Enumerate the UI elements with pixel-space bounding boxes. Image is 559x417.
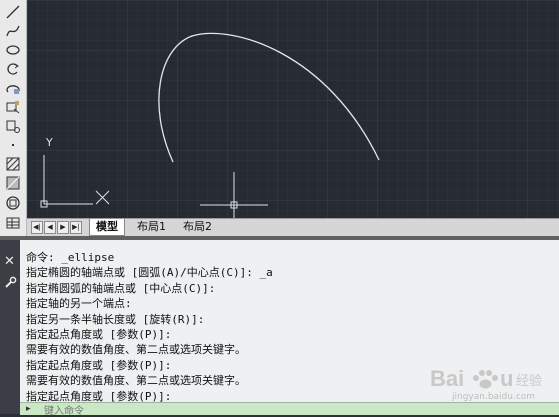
gradient-icon[interactable] bbox=[3, 174, 23, 191]
tab-model[interactable]: 模型 bbox=[89, 219, 125, 236]
prev-tab-button[interactable]: ◀ bbox=[44, 221, 56, 234]
region-icon[interactable] bbox=[3, 194, 23, 211]
table-icon[interactable] bbox=[3, 214, 23, 231]
line-icon[interactable] bbox=[3, 3, 23, 20]
point-icon[interactable] bbox=[3, 136, 23, 153]
tab-layout2[interactable]: 布局2 bbox=[177, 219, 218, 235]
drawing-canvas[interactable] bbox=[27, 0, 559, 218]
command-line: 指定起点角度或 [参数(P)]: bbox=[26, 327, 172, 341]
first-tab-button[interactable]: ◀| bbox=[31, 221, 43, 234]
wrench-icon[interactable] bbox=[4, 276, 17, 294]
command-line: 指定轴的另一个端点: bbox=[26, 297, 132, 311]
rotate-icon[interactable] bbox=[3, 60, 23, 77]
command-line: 指定另一条半轴长度或 [旋转(R)]: bbox=[26, 312, 205, 326]
svg-text:u: u bbox=[500, 366, 513, 391]
tab-layout1[interactable]: 布局1 bbox=[131, 219, 172, 235]
svg-text:Bai: Bai bbox=[430, 366, 464, 391]
last-tab-button[interactable]: ▶| bbox=[70, 221, 82, 234]
command-line: 指定椭圆的轴端点或 [圆弧(A)/中心点(C)]: _a bbox=[26, 266, 273, 280]
spline-icon[interactable] bbox=[3, 22, 23, 39]
command-input-placeholder: 键入命令 bbox=[44, 406, 84, 417]
prompt-chevron-icon: ▸ bbox=[26, 403, 31, 413]
watermark-url: jingyan.baidu.com bbox=[452, 392, 536, 402]
insert-block-icon[interactable] bbox=[3, 98, 23, 115]
command-line: 需要有效的数值角度、第二点或选项关键字。 bbox=[26, 343, 246, 357]
command-window-handle[interactable]: ✕ bbox=[0, 240, 20, 414]
drawing-area[interactable]: Y bbox=[27, 0, 559, 218]
make-block-icon[interactable] bbox=[3, 117, 23, 134]
baidu-watermark: Bai u 经验 jingyan.baidu.com bbox=[430, 362, 550, 412]
draw-toolbar bbox=[0, 0, 27, 236]
layout-tabs-bar: ◀| ◀ ▶ ▶| 模型 布局1 布局2 bbox=[27, 218, 559, 236]
command-line: 命令: _ellipse bbox=[26, 251, 115, 264]
ucs-y-label: Y bbox=[46, 136, 53, 149]
ellipse-arc-icon[interactable] bbox=[3, 79, 23, 96]
close-icon[interactable]: ✕ bbox=[4, 254, 15, 269]
next-tab-button[interactable]: ▶ bbox=[57, 221, 69, 234]
command-line: 指定椭圆弧的轴端点或 [中心点(C)]: bbox=[26, 281, 216, 295]
hatch-icon[interactable] bbox=[3, 155, 23, 172]
svg-text:经验: 经验 bbox=[516, 373, 542, 389]
ellipse-icon[interactable] bbox=[3, 41, 23, 58]
